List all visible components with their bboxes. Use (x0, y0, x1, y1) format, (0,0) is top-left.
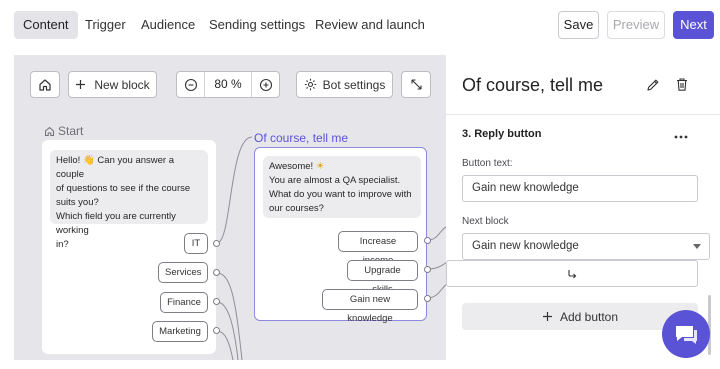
tab-review-and-launch[interactable]: Review and launch (306, 11, 434, 39)
reply-button-increase-income[interactable]: Increase income (338, 231, 418, 266)
message-line: Hello! (56, 155, 83, 166)
connector-port[interactable] (213, 269, 220, 276)
message-line: our courses? (269, 203, 324, 214)
tab-sending-settings[interactable]: Sending settings (200, 11, 314, 39)
message-bubble: Hello! 👋 Can you answer a couple of ques… (50, 150, 208, 250)
chevron-down-icon (693, 244, 701, 249)
start-label: Start (44, 124, 83, 138)
reply-button-upgrade-skills[interactable]: Upgrade skills (347, 260, 418, 295)
reply-button-services[interactable]: Services (158, 262, 208, 283)
trash-icon (677, 77, 687, 91)
tab-trigger[interactable]: Trigger (76, 11, 135, 39)
message-bubble: Awesome! ☀ You are almost a QA specialis… (263, 156, 421, 218)
edit-button[interactable] (644, 76, 662, 94)
message-line: of questions to see if the course (56, 183, 191, 194)
plus-icon (542, 312, 552, 321)
message-line: suits you? (56, 197, 99, 208)
waving-hand-icon: 👋 (82, 155, 95, 166)
connector-port[interactable] (213, 327, 220, 334)
next-block-label: Next block (462, 216, 509, 227)
top-navigation: Content Trigger Audience Sending setting… (0, 0, 720, 50)
message-line: What do you want to improve with (269, 189, 412, 200)
message-line: You are almost a QA specialist. (269, 175, 401, 186)
save-button[interactable]: Save (558, 11, 599, 39)
button-text-label: Button text: (462, 158, 513, 169)
chat-widget-button[interactable] (662, 310, 710, 358)
section-title: 3. Reply button (462, 128, 542, 140)
preview-button[interactable]: Preview (607, 11, 665, 39)
connector-port[interactable] (424, 266, 431, 273)
message-line: Which field you are currently working (56, 211, 176, 236)
message-line: Awesome! (269, 161, 316, 172)
tab-content[interactable]: Content (14, 11, 78, 39)
connector-port[interactable] (424, 295, 431, 302)
sun-icon: ☀ (315, 161, 325, 172)
tab-audience[interactable]: Audience (132, 11, 204, 39)
reply-button-it[interactable]: IT (184, 233, 208, 254)
selected-block-card[interactable]: Awesome! ☀ You are almost a QA specialis… (254, 147, 431, 324)
home-icon (45, 126, 54, 136)
next-block-dropdown[interactable] (446, 260, 698, 287)
connector-port[interactable] (213, 298, 220, 305)
start-block-card[interactable]: Hello! 👋 Can you answer a couple of ques… (42, 140, 220, 354)
reply-button-finance[interactable]: Finance (160, 292, 208, 313)
block-title-label: Of course, tell me (254, 131, 349, 145)
message-line: in? (56, 239, 69, 250)
chat-icon (676, 326, 697, 344)
reply-button-marketing[interactable]: Marketing (152, 321, 208, 342)
start-label-text: Start (58, 124, 84, 138)
connector-port[interactable] (424, 237, 431, 244)
next-button[interactable]: Next (673, 11, 714, 39)
panel-title: Of course, tell me (462, 75, 604, 95)
reply-button-gain-new-knowledge[interactable]: Gain new knowledge (322, 289, 418, 324)
button-text-input[interactable]: Gain new knowledge (462, 175, 698, 202)
add-button-label: Add button (559, 309, 619, 324)
pencil-icon (647, 79, 659, 91)
divider (446, 114, 720, 115)
connector-port[interactable] (213, 240, 220, 247)
return-arrow-icon (568, 269, 577, 278)
more-options-button[interactable] (674, 126, 688, 142)
next-block-value: Gain new knowledge (472, 240, 579, 252)
flow-canvas[interactable]: New block 80 % Bot settings Start Hello!… (14, 55, 446, 360)
delete-button[interactable] (673, 75, 691, 93)
next-block-select[interactable]: Gain new knowledge (462, 233, 710, 260)
more-dots-icon (674, 135, 688, 139)
